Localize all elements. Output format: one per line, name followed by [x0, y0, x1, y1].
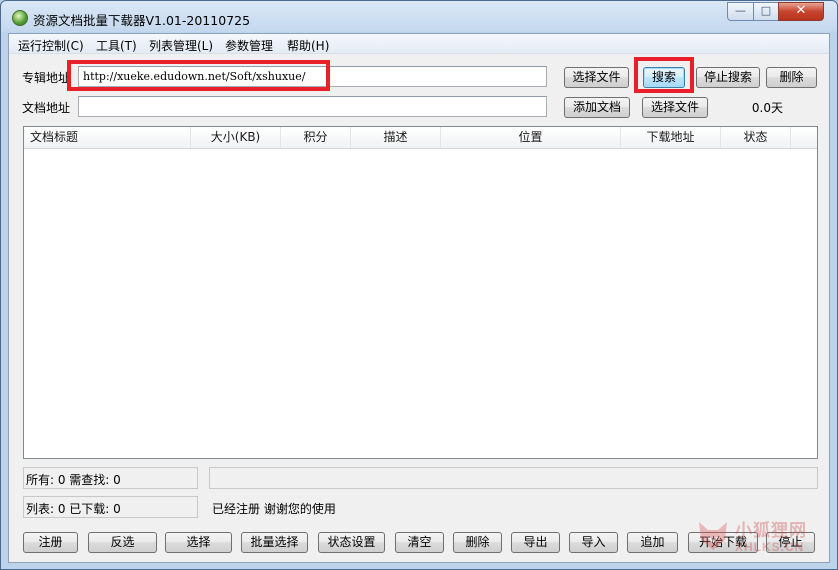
search-highlight-box: [634, 57, 694, 93]
doc-url-input[interactable]: [78, 96, 547, 117]
menu-tools[interactable]: 工具(T): [96, 37, 137, 54]
minimize-button[interactable]: —: [727, 2, 754, 21]
column-title[interactable]: 文档标题: [24, 127, 191, 148]
stop-search-button[interactable]: 停止搜索: [696, 67, 760, 88]
column-status[interactable]: 状态: [721, 127, 791, 148]
album-delete-button[interactable]: 删除: [766, 67, 817, 88]
column-size[interactable]: 大小(KB): [191, 127, 281, 148]
menu-run-control[interactable]: 运行控制(C): [18, 37, 84, 54]
column-download-url[interactable]: 下载地址: [621, 127, 721, 148]
add-doc-button[interactable]: 添加文档: [564, 97, 630, 118]
menu-parameters[interactable]: 参数管理: [225, 37, 273, 54]
client-area: 运行控制(C) 工具(T) 列表管理(L) 参数管理 帮助(H) 专辑地址 ht…: [8, 33, 830, 563]
album-url-label: 专辑地址: [22, 71, 71, 85]
watermark-subtext: XHLKS.CN: [735, 540, 805, 554]
register-button[interactable]: 注册: [23, 532, 78, 553]
status-settings-button[interactable]: 状态设置: [318, 532, 385, 553]
window-title: 资源文档批量下载器V1.01-20110725: [33, 13, 251, 28]
export-button[interactable]: 导出: [511, 532, 560, 553]
progress-bar: [209, 467, 818, 489]
menu-bar: 运行控制(C) 工具(T) 列表管理(L) 参数管理 帮助(H): [9, 34, 829, 54]
app-icon: [12, 10, 28, 26]
delete-button[interactable]: 删除: [453, 532, 502, 553]
doc-url-label: 文档地址: [22, 101, 71, 115]
column-location[interactable]: 位置: [441, 127, 621, 148]
table-header: 文档标题 大小(KB) 积分 描述 位置 下载地址 状态: [24, 127, 817, 149]
clear-button[interactable]: 清空: [395, 532, 444, 553]
status-message: 已经注册 谢谢您的使用: [209, 496, 818, 518]
days-display: 0.0天: [725, 96, 787, 116]
select-button[interactable]: 选择: [165, 532, 232, 553]
doc-select-file-button[interactable]: 选择文件: [642, 97, 708, 118]
import-button[interactable]: 导入: [569, 532, 618, 553]
menu-list-management[interactable]: 列表管理(L): [149, 37, 213, 54]
watermark-fox-icon: [699, 522, 727, 550]
watermark-text: 小狐狸网: [735, 521, 807, 540]
column-description[interactable]: 描述: [351, 127, 441, 148]
album-select-file-button[interactable]: 选择文件: [564, 67, 629, 88]
menu-help[interactable]: 帮助(H): [287, 37, 329, 54]
close-button[interactable]: ✕: [778, 2, 824, 21]
title-bar[interactable]: 资源文档批量下载器V1.01-20110725 — □ ✕: [1, 1, 837, 33]
total-count-status: 所有: 0 需查找: 0: [23, 467, 198, 489]
append-button[interactable]: 追加: [627, 532, 678, 553]
batch-select-button[interactable]: 批量选择: [241, 532, 308, 553]
url-highlight-box: [67, 60, 330, 91]
invert-selection-button[interactable]: 反选: [88, 532, 157, 553]
maximize-button[interactable]: □: [753, 2, 779, 21]
column-points[interactable]: 积分: [281, 127, 351, 148]
list-count-status: 列表: 0 已下载: 0: [23, 496, 198, 518]
app-window: 资源文档批量下载器V1.01-20110725 — □ ✕ 运行控制(C) 工具…: [0, 0, 838, 570]
document-table[interactable]: 文档标题 大小(KB) 积分 描述 位置 下载地址 状态: [23, 126, 818, 459]
